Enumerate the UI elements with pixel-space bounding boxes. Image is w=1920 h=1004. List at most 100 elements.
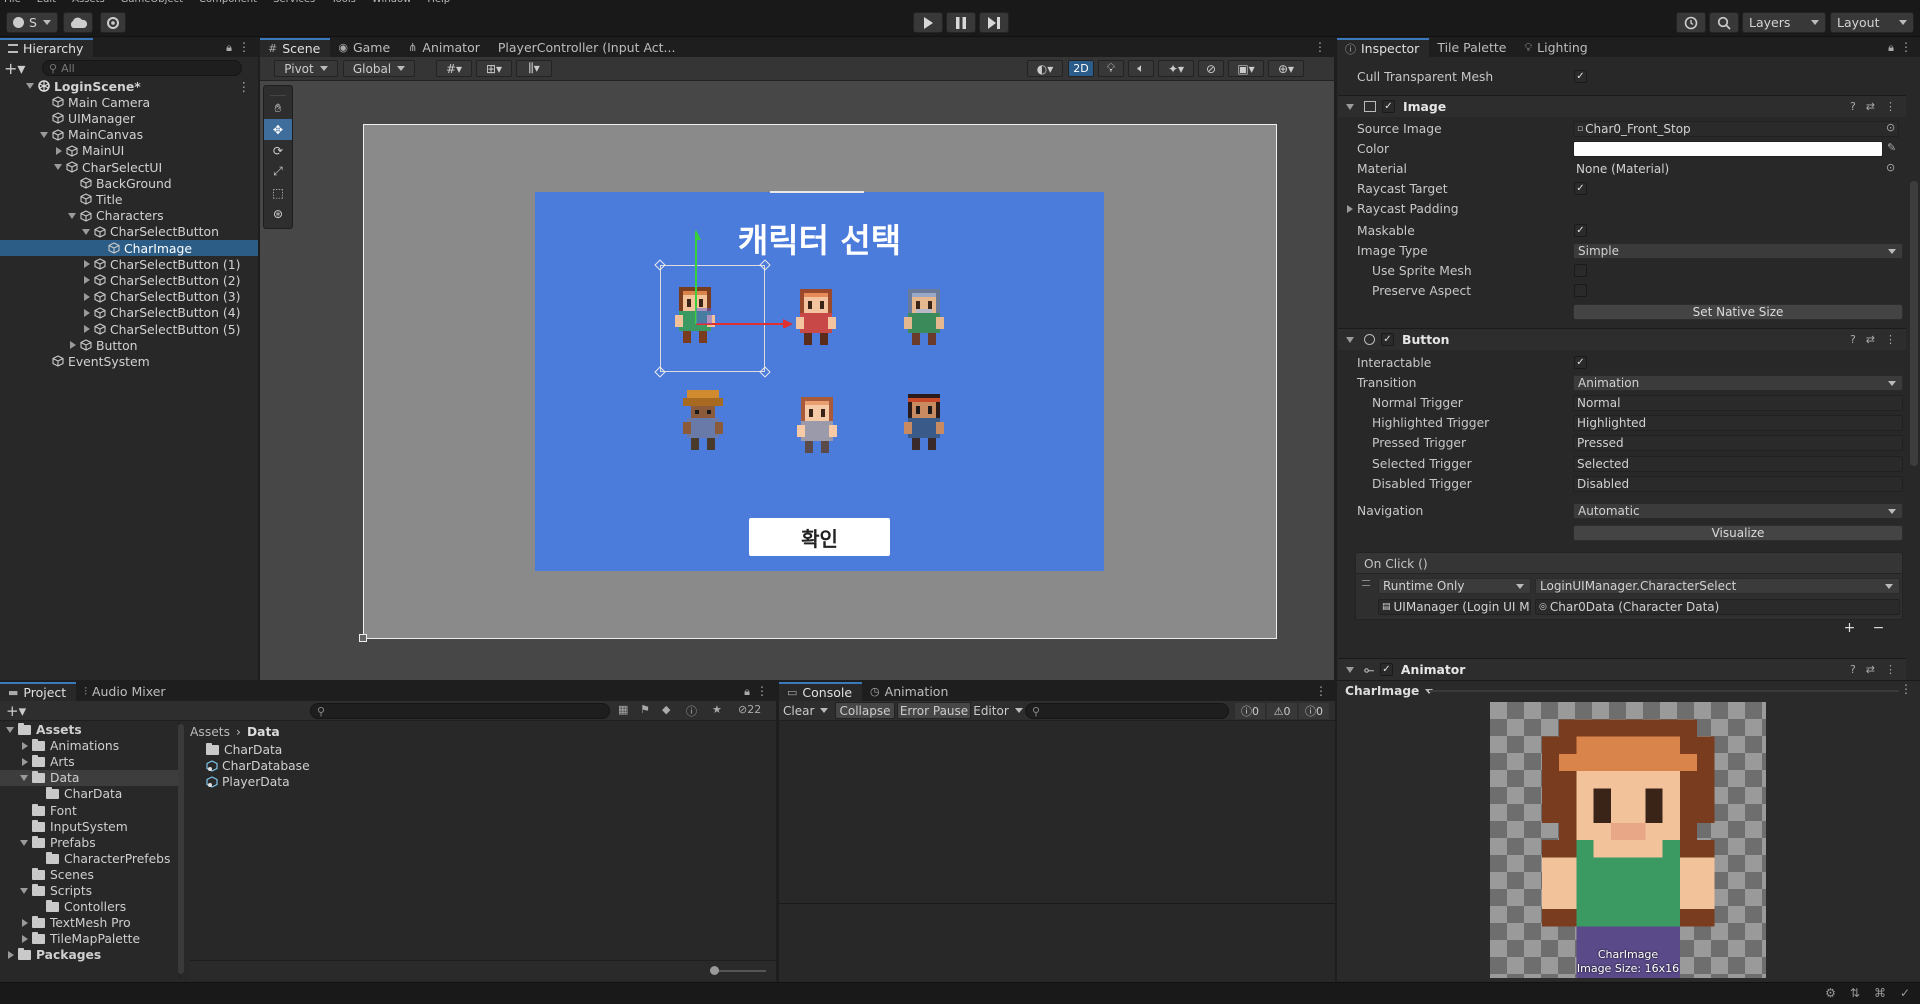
- project-folder-item[interactable]: CharacterPrefebs: [0, 851, 178, 867]
- fold-arrow-icon[interactable]: [20, 888, 28, 894]
- image-fold-icon[interactable]: [1346, 103, 1354, 110]
- project-folder-item[interactable]: Packages: [0, 947, 178, 963]
- menu-item[interactable]: Services: [273, 0, 315, 7]
- cloud-button[interactable]: [63, 12, 93, 33]
- hierarchy-item[interactable]: EventSystem: [0, 353, 258, 369]
- preview-menu-icon[interactable]: ⋮: [1900, 682, 1912, 696]
- fold-arrow-icon[interactable]: [8, 951, 14, 960]
- hierarchy-item[interactable]: Characters: [0, 208, 258, 224]
- error-pause-toggle[interactable]: Error Pause: [897, 702, 971, 719]
- breadcrumb-item[interactable]: Assets: [190, 725, 230, 739]
- lock-icon[interactable]: 🔒︎: [226, 41, 232, 55]
- project-folder-item[interactable]: Scripts: [0, 883, 178, 899]
- fold-arrow-icon[interactable]: [6, 727, 14, 733]
- fold-arrow-icon[interactable]: [84, 260, 90, 269]
- animator-fold-icon[interactable]: [1346, 666, 1354, 673]
- icon-size-slider[interactable]: [710, 966, 766, 975]
- tab-scene[interactable]: # Scene: [260, 38, 331, 57]
- trigger-field[interactable]: Disabled: [1573, 475, 1903, 492]
- hierarchy-item[interactable]: CharSelectButton (1): [0, 256, 258, 272]
- transform-tool[interactable]: ⊛: [264, 203, 292, 224]
- drag-handle-icon[interactable]: [1362, 580, 1370, 586]
- grid-snap-button[interactable]: #▾: [436, 60, 472, 77]
- menu-item[interactable]: Tools: [331, 0, 356, 7]
- inspector-more-icon[interactable]: ⋮: [1900, 40, 1912, 54]
- project-folder-item[interactable]: Font: [0, 803, 178, 819]
- tab-tile-palette[interactable]: Tile Palette: [1429, 38, 1516, 57]
- trigger-field[interactable]: Normal: [1573, 395, 1903, 411]
- fold-arrow-icon[interactable]: [20, 775, 28, 782]
- component-menu-icon[interactable]: ⋮: [1885, 663, 1896, 676]
- hierarchy-search-input[interactable]: ⚲ All: [42, 60, 242, 76]
- fold-arrow-icon[interactable]: [84, 308, 90, 317]
- rotate-tool[interactable]: ⟳: [264, 140, 292, 161]
- hierarchy-item[interactable]: CharSelectButton (5): [0, 321, 258, 337]
- character-5[interactable]: [892, 390, 956, 454]
- hierarchy-item[interactable]: BackGround: [0, 175, 258, 191]
- project-tree-scrollbar[interactable]: [178, 724, 184, 974]
- hierarchy-item[interactable]: UIManager: [0, 110, 258, 126]
- button-enabled-checkbox[interactable]: ✓: [1381, 333, 1394, 346]
- preset-icon[interactable]: ⇄: [1866, 663, 1875, 676]
- layout-dropdown[interactable]: Layout: [1830, 12, 1914, 33]
- object-picker-icon[interactable]: ⊙: [1886, 121, 1895, 134]
- tab-console[interactable]: ▭ Console: [779, 682, 863, 701]
- tab-project[interactable]: ▬ Project: [0, 682, 77, 701]
- warning-count-toggle[interactable]: ⚠ 0: [1267, 703, 1297, 719]
- preset-icon[interactable]: ⇄: [1866, 100, 1875, 113]
- preserve-aspect-checkbox[interactable]: [1574, 284, 1587, 297]
- scene-menu-icon[interactable]: ⋮: [238, 79, 250, 94]
- navigation-dropdown[interactable]: Automatic: [1573, 503, 1903, 519]
- fold-arrow-icon[interactable]: [22, 935, 28, 944]
- add-plus-icon[interactable]: +▾: [4, 59, 26, 78]
- raycast-target-checkbox[interactable]: ✓: [1574, 182, 1587, 195]
- cull-transparent-mesh-checkbox[interactable]: ✓: [1574, 70, 1587, 83]
- hierarchy-item[interactable]: CharSelectButton: [0, 224, 258, 240]
- fold-arrow-icon[interactable]: [22, 919, 28, 928]
- hierarchy-item[interactable]: Main Camera: [0, 94, 258, 110]
- hierarchy-item[interactable]: CharSelectUI: [0, 159, 258, 175]
- project-search-input[interactable]: ⚲: [310, 703, 610, 719]
- play-button[interactable]: [913, 12, 943, 33]
- hidden-packages-toggle[interactable]: ⊘ 22: [738, 703, 761, 716]
- project-folder-item[interactable]: Prefabs: [0, 835, 178, 851]
- menu-item[interactable]: Component: [199, 0, 257, 7]
- menu-item[interactable]: File: [4, 0, 21, 7]
- create-plus-icon[interactable]: +▾: [6, 702, 26, 720]
- character-4[interactable]: [785, 393, 849, 457]
- fold-arrow-icon[interactable]: [22, 742, 28, 751]
- interactable-checkbox[interactable]: ✓: [1574, 356, 1587, 369]
- hand-tool[interactable]: ✋︎: [264, 98, 292, 119]
- step-button[interactable]: [979, 12, 1009, 33]
- fold-arrow-icon[interactable]: [54, 164, 62, 170]
- fold-arrow-icon[interactable]: [84, 325, 90, 333]
- tab-playercontroller-input-act[interactable]: PlayerController (Input Act...: [490, 38, 686, 57]
- trigger-field[interactable]: Highlighted: [1573, 415, 1903, 432]
- hierarchy-item[interactable]: MainCanvas: [0, 127, 258, 143]
- collab-button[interactable]: [100, 12, 126, 33]
- eyedropper-icon[interactable]: ✎: [1887, 141, 1896, 154]
- fold-arrow-icon[interactable]: [22, 758, 28, 767]
- project-lock-icon[interactable]: 🔒︎: [744, 685, 750, 699]
- image-component-header[interactable]: ✓ Image ? ⇄ ⋮: [1338, 95, 1906, 117]
- tab-hierarchy[interactable]: Hierarchy: [0, 38, 94, 57]
- console-search-input[interactable]: ⚲: [1025, 703, 1229, 719]
- account-dropdown[interactable]: S: [6, 12, 58, 33]
- error-count-toggle[interactable]: ⓘ 0: [1299, 703, 1329, 719]
- image-enabled-checkbox[interactable]: ✓: [1382, 100, 1395, 113]
- search-by-type-icon[interactable]: ▦: [618, 703, 628, 716]
- rect-tool[interactable]: ⬚: [264, 182, 292, 203]
- hierarchy-item[interactable]: Button: [0, 337, 258, 353]
- global-dropdown[interactable]: Global: [343, 60, 415, 77]
- project-folder-item[interactable]: TileMapPalette: [0, 931, 178, 947]
- scale-tool[interactable]: ⤢: [264, 161, 292, 182]
- use-sprite-mesh-checkbox[interactable]: [1574, 264, 1587, 277]
- inspector-lock-icon[interactable]: 🔒︎: [1888, 41, 1894, 55]
- visibility-toggle[interactable]: ⊘: [1198, 60, 1224, 77]
- fold-arrow-icon[interactable]: [40, 131, 48, 138]
- add-event-icon[interactable]: +: [1844, 620, 1856, 636]
- component-menu-icon[interactable]: ⋮: [1885, 333, 1896, 346]
- preview-object-dropdown[interactable]: CharImage: [1345, 683, 1434, 699]
- console-divider[interactable]: [779, 903, 1335, 904]
- search-by-tag-icon[interactable]: ◆: [662, 703, 670, 716]
